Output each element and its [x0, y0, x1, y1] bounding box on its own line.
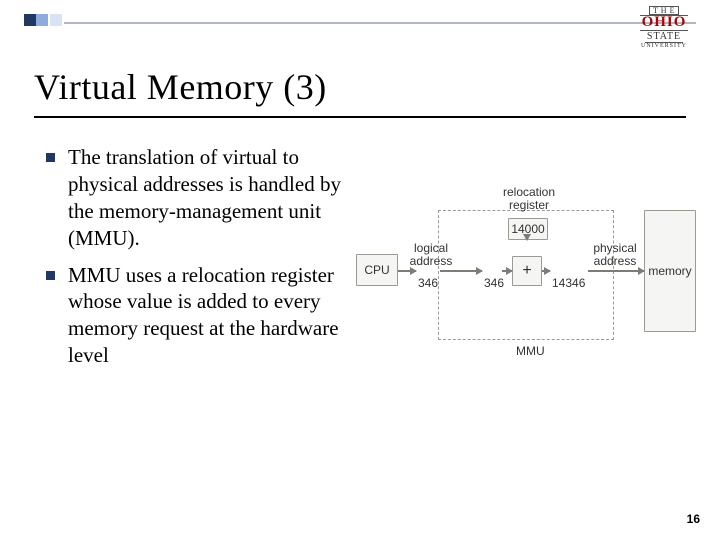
logical-address-value: 346 — [418, 276, 438, 290]
ohio-state-logo: T H E OHIO STATE UNIVERSITY — [634, 6, 694, 54]
mmu-diagram: CPU relocation register 14000 + memory l… — [356, 182, 704, 372]
title-rule — [34, 116, 686, 118]
physical-address-label: physical address — [590, 242, 640, 268]
header-bar — [24, 14, 696, 40]
page-number: 16 — [687, 512, 700, 526]
slide: T H E OHIO STATE UNIVERSITY Virtual Memo… — [0, 0, 720, 540]
logo-university: UNIVERSITY — [641, 43, 687, 49]
bullet-list: The translation of virtual to physical a… — [42, 144, 352, 379]
memory-label: memory — [648, 264, 691, 278]
cpu-box: CPU — [356, 254, 398, 286]
relocation-register-label: relocation register — [492, 186, 566, 212]
arrow-icon — [398, 270, 416, 272]
memory-box: memory — [644, 210, 696, 332]
slide-title: Virtual Memory (3) — [34, 66, 327, 108]
logo-ohio: OHIO — [640, 15, 689, 31]
accent-square-icon — [24, 14, 36, 26]
arrow-icon — [588, 270, 644, 272]
accent-square-icon — [50, 14, 62, 26]
bullet-item: MMU uses a relocation register whose val… — [42, 262, 352, 370]
logo-state: STATE — [645, 31, 683, 43]
arrow-icon — [542, 270, 550, 272]
arrow-icon — [502, 270, 512, 272]
accent-square-icon — [36, 14, 48, 26]
logical-address-value: 346 — [484, 276, 504, 290]
accent-squares — [24, 14, 696, 26]
arrow-icon — [440, 270, 482, 272]
header-rule — [64, 22, 696, 24]
bullet-item: The translation of virtual to physical a… — [42, 144, 352, 252]
logical-address-label: logical address — [406, 242, 456, 268]
adder-circle: + — [512, 256, 542, 286]
mmu-label: MMU — [516, 344, 545, 358]
physical-address-value: 14346 — [552, 276, 585, 290]
